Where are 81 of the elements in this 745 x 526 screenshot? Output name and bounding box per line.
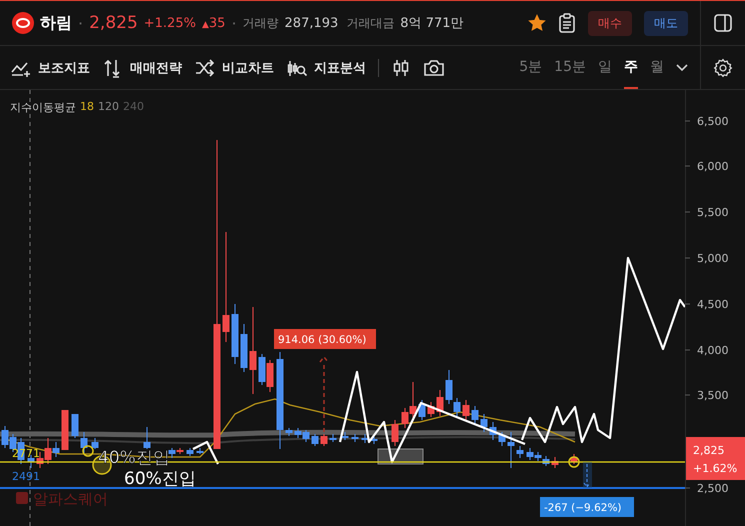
candle: [352, 434, 358, 442]
indicator-tool[interactable]: 보조지표: [10, 58, 90, 78]
buy-button[interactable]: 매수: [588, 10, 632, 36]
measure-range-drawing: [583, 462, 592, 488]
settings-icon[interactable]: [713, 58, 733, 78]
candle: [232, 304, 238, 364]
period-tab[interactable]: 월: [650, 46, 664, 89]
company-logo-icon: [12, 12, 34, 34]
legend-period: 240: [123, 100, 144, 115]
y-axis-tick: 6,500: [697, 115, 728, 128]
candlestick-icon[interactable]: [391, 58, 411, 78]
candle: [392, 420, 398, 446]
candle: [570, 454, 578, 464]
camera-icon[interactable]: [423, 58, 445, 78]
clipboard-icon[interactable]: [558, 13, 576, 33]
candle: [196, 448, 204, 454]
strategy-tool[interactable]: 매매전략: [102, 58, 182, 78]
measure-up-label: 914.06 (30.60%): [274, 329, 376, 349]
candle: [490, 422, 496, 440]
candle: [508, 432, 514, 468]
candle: [462, 400, 470, 420]
legend-title: 지수이동평균: [10, 100, 76, 115]
candle: [62, 410, 68, 450]
separator-dot: ·: [78, 14, 84, 32]
price-tag: 2,825 +1.62%: [686, 437, 745, 480]
y-axis-tick: 5,500: [697, 206, 728, 219]
candle: [80, 432, 88, 454]
candle: [342, 432, 348, 440]
period-tab[interactable]: 5분: [519, 46, 542, 89]
candle: [362, 434, 368, 444]
candle: [436, 390, 444, 416]
candle: [428, 402, 434, 418]
level-label: 2491: [12, 470, 40, 483]
candle: [240, 324, 248, 372]
y-axis-tick: 4,500: [697, 298, 728, 311]
y-axis-tick: 3,500: [697, 389, 728, 402]
chevron-down-icon[interactable]: [676, 64, 688, 72]
candle: [498, 432, 506, 446]
candle: [144, 426, 150, 450]
y-axis-tick: 6,000: [697, 160, 728, 173]
candle: [186, 448, 194, 456]
current-price: 2,825: [89, 13, 138, 33]
candle: [312, 434, 318, 446]
watermark-logo: 알파스퀘어: [16, 490, 108, 508]
measure-down-label: -267 (−9.62%): [540, 497, 634, 517]
period-tab[interactable]: 주: [624, 46, 638, 89]
stock-name: 하림: [40, 12, 72, 34]
legend-period: 120: [98, 100, 119, 115]
period-tab[interactable]: 15분: [554, 46, 586, 89]
candle: [320, 434, 328, 446]
trade-amount-label: 거래대금: [346, 14, 394, 32]
side-panel-icon[interactable]: [713, 13, 733, 33]
y-axis-tick: 5,000: [697, 252, 728, 265]
highlight-box: [378, 448, 424, 464]
volume-label: 거래량: [242, 14, 279, 32]
candle: [472, 406, 478, 424]
sell-button[interactable]: 매도: [644, 10, 688, 36]
star-icon[interactable]: [528, 14, 546, 32]
analysis-tool[interactable]: 지표분석: [286, 58, 366, 78]
compare-tool[interactable]: 비교차트: [194, 58, 274, 78]
change-percent: +1.25%: [144, 16, 196, 30]
candle: [72, 414, 78, 438]
period-tab[interactable]: 일: [598, 46, 612, 89]
legend-period: 18: [80, 100, 94, 115]
candle: [552, 456, 558, 468]
marker-circle: [568, 456, 580, 468]
change-amount: ▲35: [202, 16, 226, 30]
volume-value: 287,193: [284, 16, 338, 30]
candle: [330, 434, 336, 442]
candle: [92, 438, 98, 450]
candle: [418, 400, 426, 420]
y-axis-tick: 2,500: [697, 482, 728, 495]
candle: [480, 414, 488, 432]
candle: [516, 446, 524, 458]
separator-dot: ·: [231, 14, 237, 32]
candle: [370, 436, 378, 444]
trade-amount-value: 8억 771만: [400, 15, 464, 32]
annotation-text: 60%진입: [124, 469, 196, 489]
candle: [286, 428, 292, 436]
y-axis-tick: 4,000: [697, 344, 728, 357]
shuffle-icon: [194, 58, 216, 78]
